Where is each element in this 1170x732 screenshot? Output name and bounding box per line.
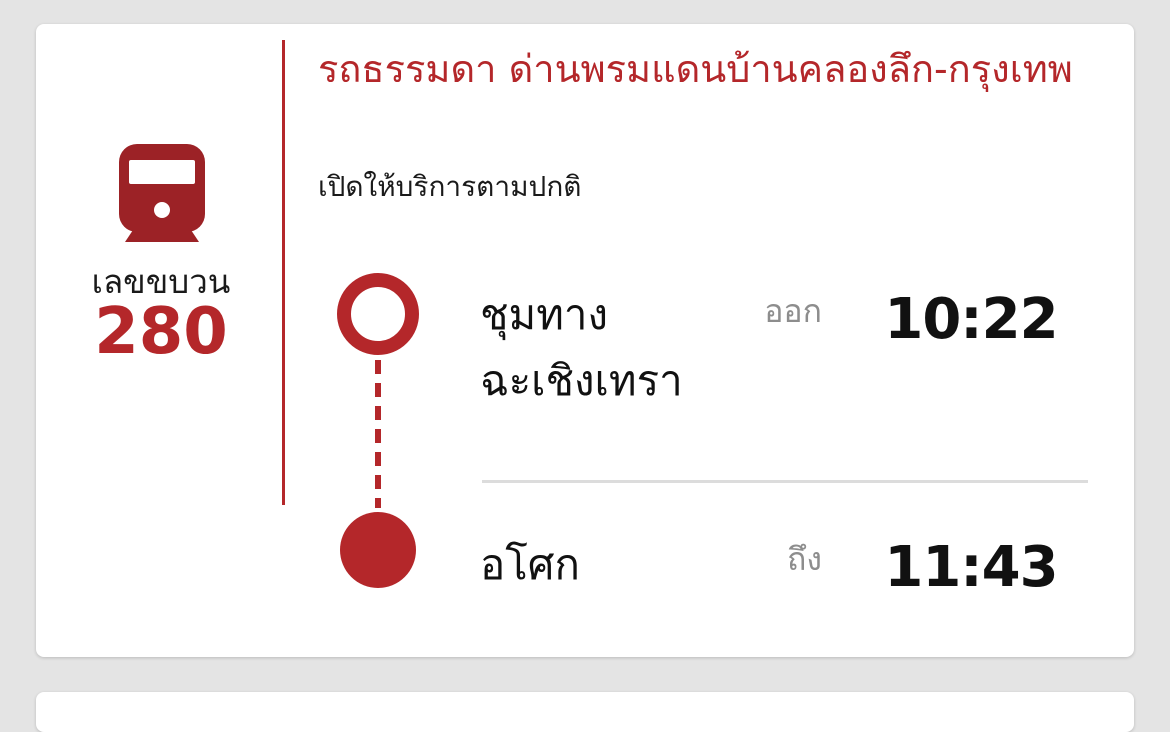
destination-marker-icon bbox=[340, 512, 416, 588]
next-train-card[interactable] bbox=[36, 692, 1134, 732]
route-title: รถธรรมดา ด่านพรมแดนบ้านคลองลึก-กรุงเทพ bbox=[318, 47, 1073, 91]
route-timeline bbox=[337, 273, 419, 588]
departure-time: 10:22 bbox=[884, 287, 1058, 352]
departure-label: ออก bbox=[764, 292, 822, 330]
destination-station-name: อโศก bbox=[480, 540, 580, 589]
vertical-divider bbox=[282, 40, 285, 505]
arrival-time: 11:43 bbox=[884, 535, 1058, 600]
arrival-label: ถึง bbox=[787, 540, 822, 578]
station-divider bbox=[482, 480, 1088, 483]
origin-station-name: ชุมทางฉะเชิงเทรา bbox=[480, 290, 683, 405]
train-icon bbox=[119, 144, 205, 242]
train-number: 280 bbox=[94, 295, 228, 369]
train-card[interactable]: เลขขบวน 280 รถธรรมดา ด่านพรมแดนบ้านคลองล… bbox=[36, 24, 1134, 657]
service-status: เปิดให้บริการตามปกติ bbox=[318, 170, 582, 203]
origin-marker-icon bbox=[337, 273, 419, 355]
